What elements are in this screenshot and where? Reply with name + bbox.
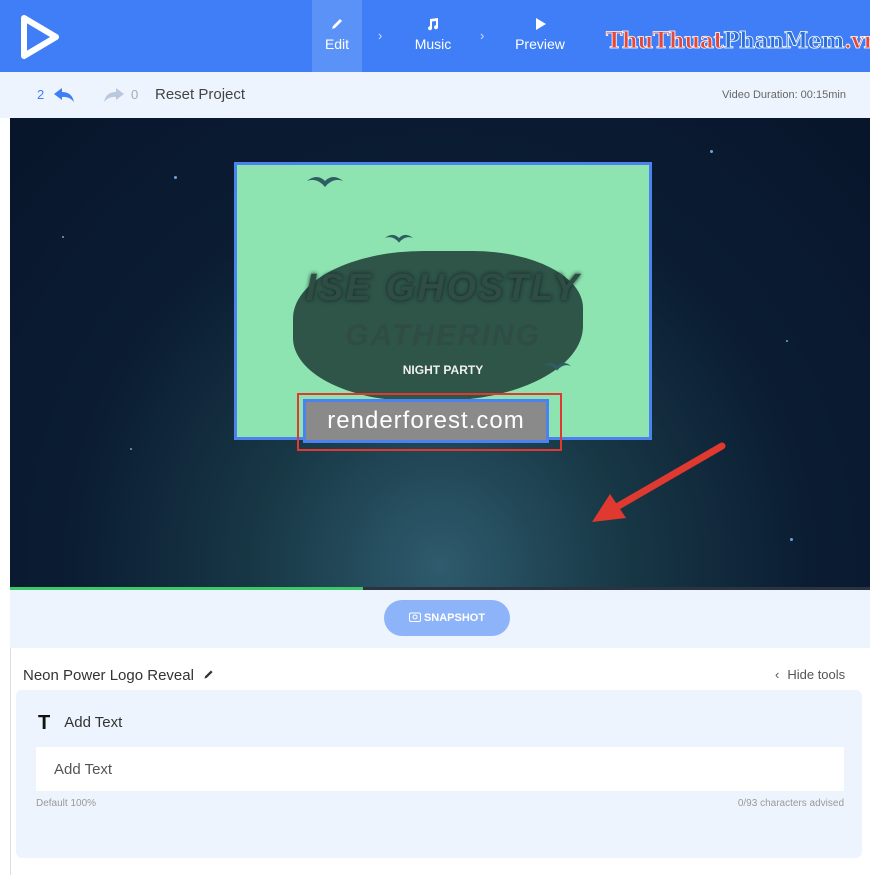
video-duration: Video Duration: 00:15min xyxy=(722,89,846,101)
project-toolbar: 2 0 Reset Project Video Duration: 00:15m… xyxy=(0,72,870,118)
step-preview[interactable]: Preview xyxy=(508,0,572,72)
camera-icon xyxy=(408,612,421,622)
card-title: Add Text xyxy=(64,714,123,731)
hide-tools-button[interactable]: ‹ Hide tools xyxy=(775,667,845,682)
star-decor xyxy=(130,448,132,450)
step-preview-label: Preview xyxy=(515,36,565,52)
video-stage[interactable]: ISE GHOSTLY GATHERING NIGHT PARTY xyxy=(10,118,870,590)
card-header: T Add Text xyxy=(38,712,122,735)
watermark-logo: ThuThuatPhanMem.vn xyxy=(606,28,870,55)
step-music[interactable]: Music xyxy=(406,0,460,72)
character-counter: 0/93 characters advised xyxy=(737,798,844,809)
text-tool-icon: T xyxy=(38,712,51,734)
snapshot-area: SNAPSHOT xyxy=(10,590,870,648)
snapshot-label: SNAPSHOT xyxy=(423,612,486,624)
logo-title-line1: ISE GHOSTLY xyxy=(305,267,581,309)
star-decor xyxy=(786,340,788,342)
reset-project-button[interactable]: Reset Project xyxy=(155,86,245,103)
chevron-left-icon: ‹ xyxy=(775,667,780,682)
panel-divider xyxy=(10,648,11,875)
star-decor xyxy=(710,150,713,153)
redo-icon[interactable] xyxy=(102,86,126,104)
redo-count: 0 xyxy=(131,87,139,102)
url-text-layer[interactable]: renderforest.com xyxy=(303,399,549,443)
star-decor xyxy=(790,538,793,541)
bat-icon xyxy=(307,177,343,187)
top-bar: Edit › Music › Preview ThuThuatPhanMem.v… xyxy=(0,0,870,72)
project-title[interactable]: Neon Power Logo Reveal xyxy=(23,667,215,684)
snapshot-button[interactable]: SNAPSHOT xyxy=(384,600,510,636)
logo-title-line2: GATHERING xyxy=(345,319,541,352)
logo-subtitle: NIGHT PARTY xyxy=(402,363,484,377)
pencil-icon xyxy=(332,19,342,29)
step-music-label: Music xyxy=(414,36,452,52)
red-arrow-annotation xyxy=(592,442,726,522)
chevron-right-icon: › xyxy=(378,28,383,43)
play-icon xyxy=(536,18,546,30)
star-decor xyxy=(62,236,64,238)
undo-icon[interactable] xyxy=(52,86,76,104)
chevron-right-icon: › xyxy=(480,28,485,43)
step-edit[interactable]: Edit xyxy=(312,0,362,72)
add-text-card: T Add Text Default 100% 0/93 characters a… xyxy=(16,690,862,858)
app-logo-icon[interactable] xyxy=(18,14,62,60)
text-style-info: Default 100% xyxy=(36,798,97,809)
undo-count: 2 xyxy=(37,87,45,102)
bat-icon xyxy=(385,234,413,243)
music-note-icon xyxy=(428,18,439,31)
add-text-input[interactable] xyxy=(36,747,844,791)
star-decor xyxy=(174,176,177,179)
edit-pencil-icon[interactable] xyxy=(202,668,215,681)
step-edit-label: Edit xyxy=(324,36,350,52)
